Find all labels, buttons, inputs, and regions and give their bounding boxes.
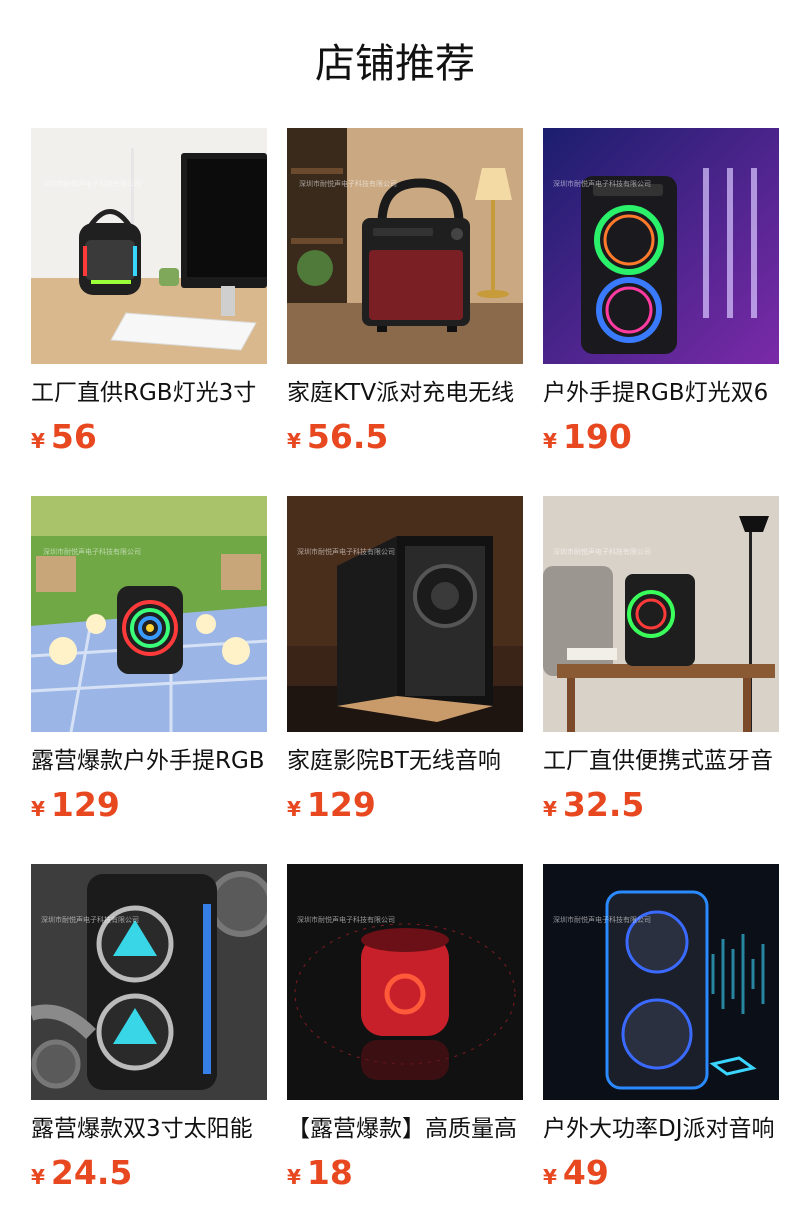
product-name[interactable]: 户外大功率DJ派对音响 bbox=[543, 1112, 779, 1146]
price-amount: 56 bbox=[50, 417, 97, 456]
product-price: ¥129 bbox=[287, 782, 523, 828]
watermark-text: 深圳市耐悦声电子科技有限公司 bbox=[41, 915, 139, 924]
section-title: 店铺推荐 bbox=[315, 41, 475, 87]
price-amount: 32.5 bbox=[562, 785, 645, 824]
product-card[interactable]: 深圳市耐悦声电子科技有限公司 户外大功率DJ派对音响 ¥49 bbox=[543, 864, 779, 1204]
ktv-speaker-image[interactable]: 深圳市耐悦声电子科技有限公司 bbox=[287, 128, 523, 364]
product-card[interactable]: 深圳市耐悦声电子科技有限公司 家庭KTV派对充电无线 ¥56.5 bbox=[287, 128, 523, 468]
product-card[interactable]: 深圳市耐悦声电子科技有限公司 工厂直供RGB灯光3寸 ¥56 bbox=[31, 128, 267, 468]
watermark-text: 深圳市耐悦声电子科技有限公司 bbox=[43, 179, 141, 188]
product-name[interactable]: 家庭影院BT无线音响 bbox=[287, 744, 523, 778]
solar-speaker-image[interactable]: 深圳市耐悦声电子科技有限公司 bbox=[31, 864, 267, 1100]
price-amount: 49 bbox=[562, 1153, 609, 1192]
product-price: ¥18 bbox=[287, 1150, 523, 1196]
shop-recommend-page: 店铺推荐 深圳市耐悦声电子科技有限公司 工厂直供RGB灯光3寸 ¥ 56 深圳市… bbox=[0, 0, 790, 1232]
watermark-text: 深圳市耐悦声电子科技有限公司 bbox=[553, 915, 651, 924]
currency-symbol: ¥ bbox=[31, 1165, 45, 1189]
desk-speaker-image[interactable]: 深圳市耐悦声电子科技有限公司 bbox=[31, 128, 267, 364]
watermark-text: 深圳市耐悦声电子科技有限公司 bbox=[553, 179, 651, 188]
currency-symbol: ¥ bbox=[31, 429, 45, 453]
product-name[interactable]: 户外手提RGB灯光双6 bbox=[543, 376, 779, 410]
camping-speaker-image[interactable]: 深圳市耐悦声电子科技有限公司 bbox=[31, 496, 267, 732]
currency-symbol: ¥ bbox=[543, 797, 557, 821]
product-card[interactable]: 深圳市耐悦声电子科技有限公司 露营爆款户外手提RGB ¥129 bbox=[31, 496, 267, 836]
currency-symbol: ¥ bbox=[287, 797, 301, 821]
currency-symbol: ¥ bbox=[287, 1165, 301, 1189]
product-name[interactable]: 【露营爆款】高质量高 bbox=[287, 1112, 523, 1146]
product-name[interactable]: 工厂直供RGB灯光3寸 bbox=[31, 376, 267, 410]
product-name[interactable]: 工厂直供便携式蓝牙音 bbox=[543, 744, 779, 778]
watermark-text: 深圳市耐悦声电子科技有限公司 bbox=[43, 547, 141, 556]
party-speaker-image[interactable]: 深圳市耐悦声电子科技有限公司 bbox=[543, 128, 779, 364]
watermark-text: 深圳市耐悦声电子科技有限公司 bbox=[297, 915, 395, 924]
product-price: ¥24.5 bbox=[31, 1150, 267, 1196]
product-card[interactable]: 深圳市耐悦声电子科技有限公司 户外手提RGB灯光双6 ¥190 bbox=[543, 128, 779, 468]
product-name[interactable]: 露营爆款双3寸太阳能 bbox=[31, 1112, 267, 1146]
watermark-text: 深圳市耐悦声电子科技有限公司 bbox=[297, 547, 395, 556]
watermark-text: 深圳市耐悦声电子科技有限公司 bbox=[553, 547, 651, 556]
dj-speaker-image[interactable]: 深圳市耐悦声电子科技有限公司 bbox=[543, 864, 779, 1100]
price-amount: 24.5 bbox=[50, 1153, 133, 1192]
product-card[interactable]: 深圳市耐悦声电子科技有限公司 【露营爆款】高质量高 ¥18 bbox=[287, 864, 523, 1204]
currency-symbol: ¥ bbox=[543, 429, 557, 453]
currency-symbol: ¥ bbox=[287, 429, 301, 453]
price-amount: 56.5 bbox=[306, 417, 389, 456]
price-amount: 129 bbox=[306, 785, 376, 824]
product-price: ¥56.5 bbox=[287, 414, 523, 460]
home-theater-speaker-image[interactable]: 深圳市耐悦声电子科技有限公司 bbox=[287, 496, 523, 732]
product-card[interactable]: 深圳市耐悦声电子科技有限公司 工厂直供便携式蓝牙音 ¥32.5 bbox=[543, 496, 779, 836]
currency-symbol: ¥ bbox=[543, 1165, 557, 1189]
price-amount: 190 bbox=[562, 417, 632, 456]
price-amount: 18 bbox=[306, 1153, 353, 1192]
product-price: ¥49 bbox=[543, 1150, 779, 1196]
price-amount: 129 bbox=[50, 785, 120, 824]
product-price: ¥190 bbox=[543, 414, 779, 460]
product-card[interactable]: 深圳市耐悦声电子科技有限公司 家庭影院BT无线音响 ¥129 bbox=[287, 496, 523, 836]
product-card[interactable]: 深圳市耐悦声电子科技有限公司 露营爆款双3寸太阳能 ¥24.5 bbox=[31, 864, 267, 1204]
currency-symbol: ¥ bbox=[31, 797, 45, 821]
portable-speaker-image[interactable]: 深圳市耐悦声电子科技有限公司 bbox=[543, 496, 779, 732]
product-name[interactable]: 家庭KTV派对充电无线 bbox=[287, 376, 523, 410]
product-price: ¥129 bbox=[31, 782, 267, 828]
mini-speaker-image[interactable]: 深圳市耐悦声电子科技有限公司 bbox=[287, 864, 523, 1100]
product-price: ¥56 bbox=[31, 414, 267, 460]
watermark-text: 深圳市耐悦声电子科技有限公司 bbox=[299, 179, 397, 188]
product-price: ¥32.5 bbox=[543, 782, 779, 828]
product-name[interactable]: 露营爆款户外手提RGB bbox=[31, 744, 267, 778]
